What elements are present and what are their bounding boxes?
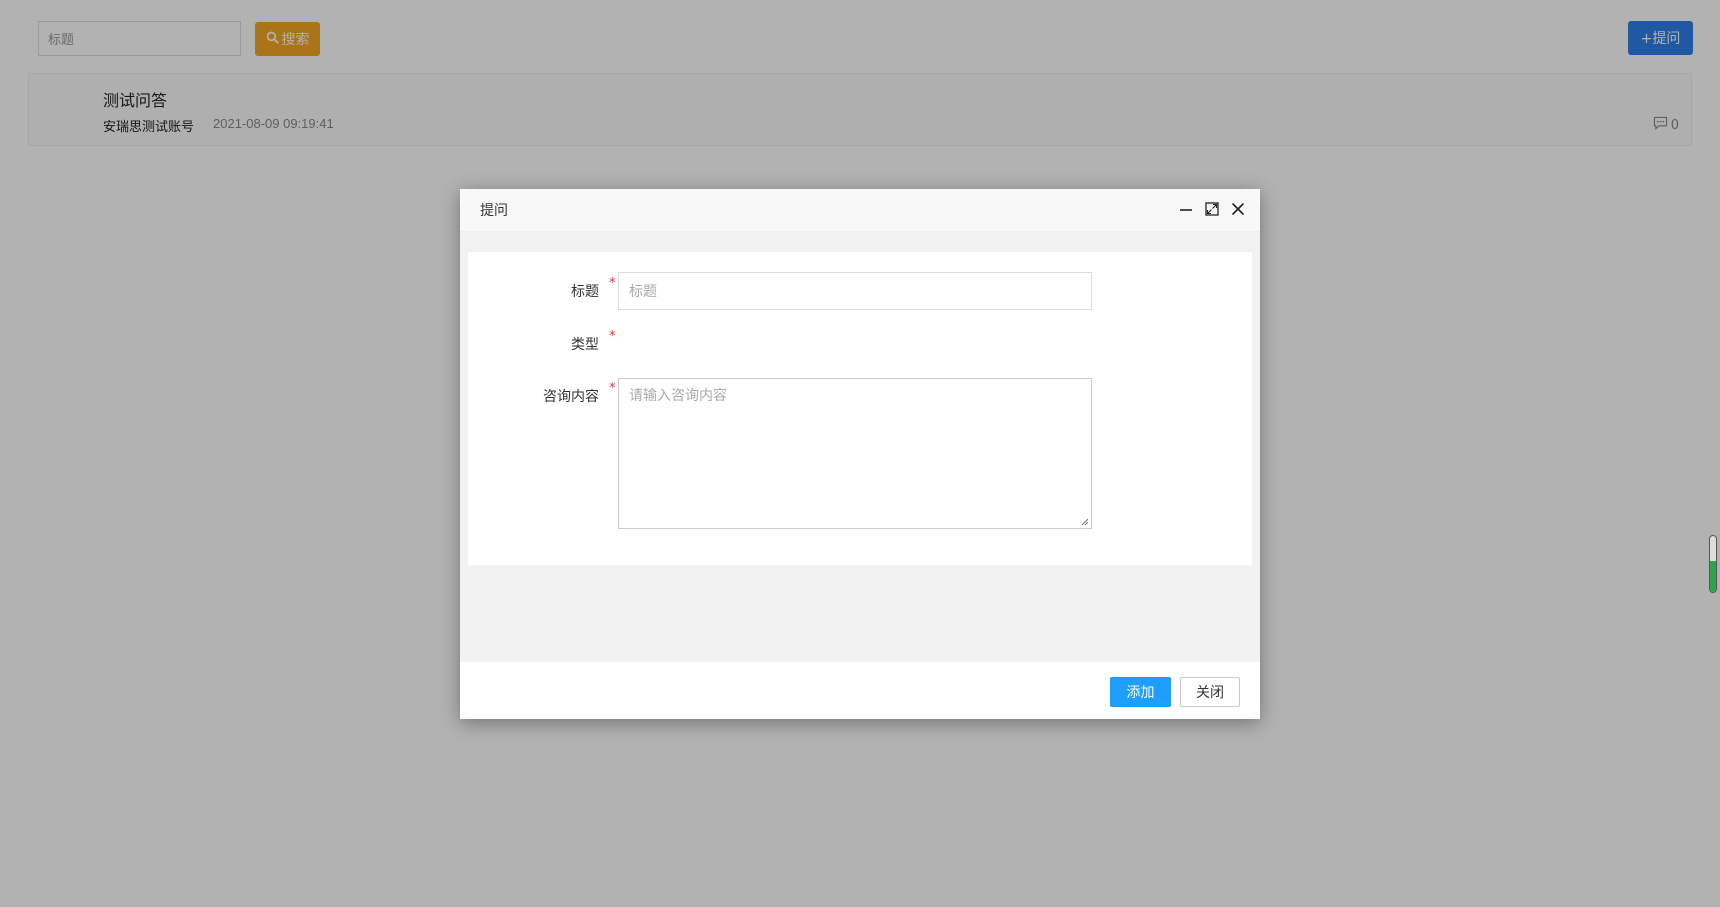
question-form: 标题 * 标题 类型 * 咨询内容 * 请输入咨询内容	[468, 252, 1252, 565]
close-button-label: 关闭	[1196, 685, 1224, 701]
title-required-mark: *	[609, 276, 616, 291]
content-textarea-placeholder: 请输入咨询内容	[629, 388, 727, 404]
content-required-mark: *	[609, 381, 616, 396]
ask-question-dialog: 提问 标题 * 标题 类型 * 咨询内容 * 请输入咨询内容 添加 关闭	[460, 189, 1260, 719]
add-button-label: 添加	[1126, 685, 1155, 701]
dialog-title: 提问	[480, 203, 508, 219]
add-button[interactable]: 添加	[1110, 677, 1171, 707]
maximize-icon[interactable]	[1204, 201, 1220, 217]
type-required-mark: *	[609, 329, 616, 344]
title-label: 标题	[571, 284, 599, 300]
minimize-icon[interactable]	[1178, 201, 1194, 217]
close-icon[interactable]	[1230, 201, 1246, 217]
scroll-indicator-fill	[1710, 561, 1716, 592]
resize-grip-icon[interactable]	[1081, 518, 1089, 526]
dialog-header: 提问	[460, 189, 1260, 232]
content-textarea[interactable]: 请输入咨询内容	[618, 378, 1092, 529]
title-input[interactable]: 标题	[618, 272, 1092, 310]
type-label: 类型	[571, 337, 599, 353]
dialog-footer: 添加 关闭	[460, 662, 1260, 719]
scroll-indicator[interactable]	[1709, 535, 1717, 593]
content-label: 咨询内容	[543, 389, 599, 405]
dialog-controls	[1178, 201, 1246, 217]
title-input-placeholder: 标题	[629, 284, 657, 300]
close-button[interactable]: 关闭	[1180, 677, 1240, 707]
